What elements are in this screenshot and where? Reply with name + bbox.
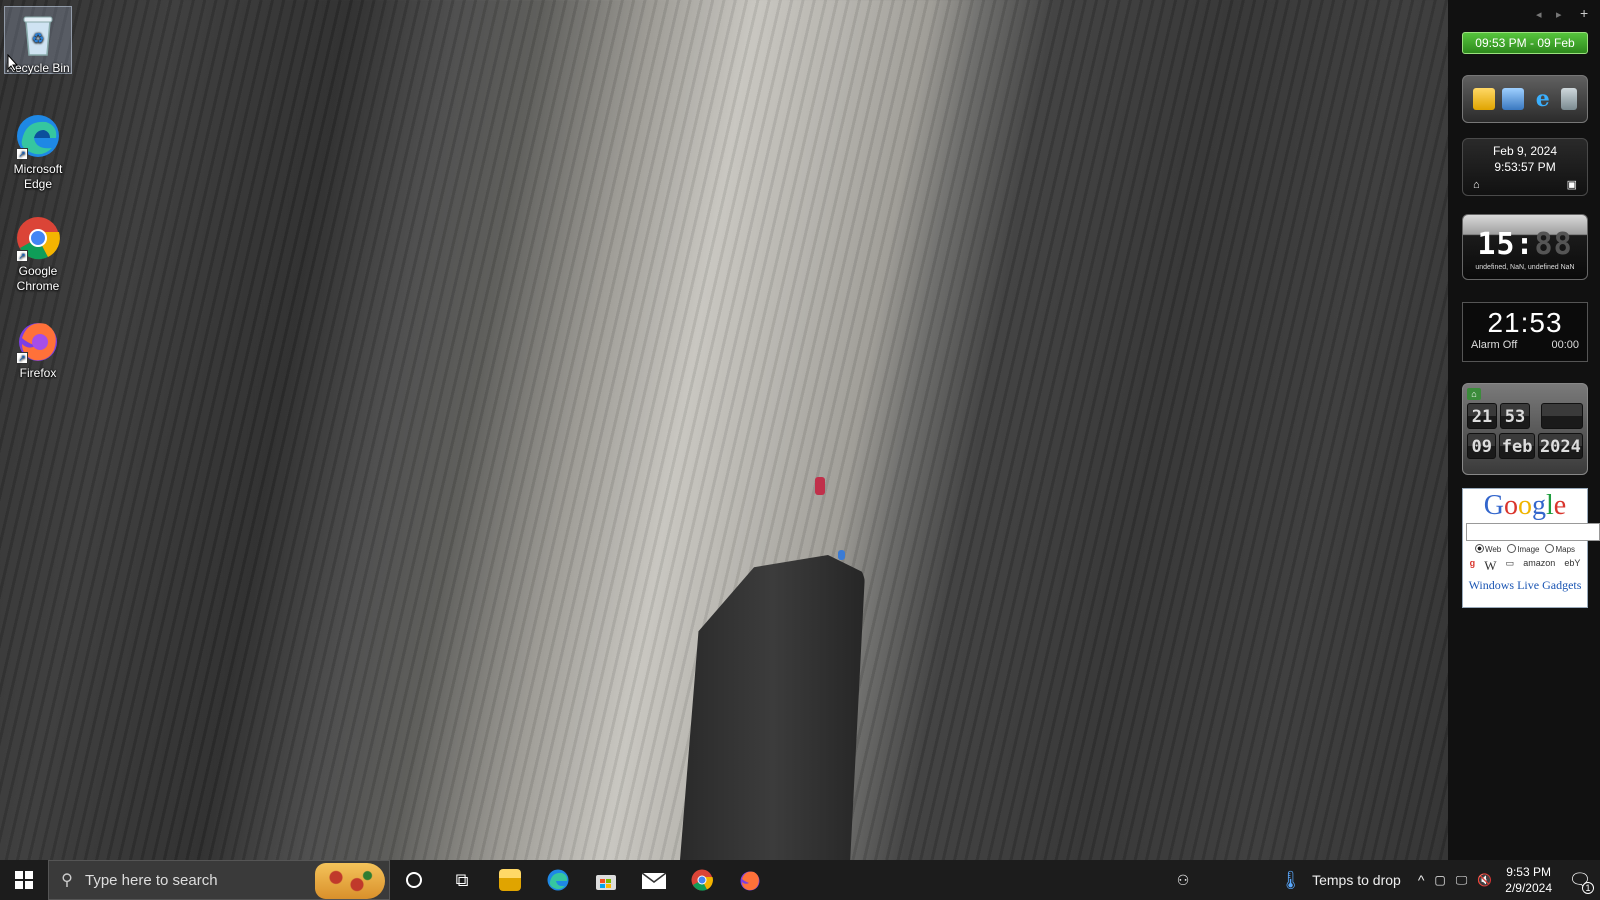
edge-icon: ↗ [14,112,62,160]
windows-logo-icon [15,871,33,889]
sidebar-add-gadget-button[interactable]: + [1580,5,1588,21]
wikipedia-link[interactable]: W [1484,558,1496,574]
desktop-icon-microsoft-edge[interactable]: ↗ Microsoft Edge [4,108,72,192]
youtube-link-icon[interactable]: ▭ [1506,558,1515,574]
search-placeholder: Type here to search [85,871,218,889]
people-icon[interactable]: ⚇ [1172,872,1195,889]
action-center-button[interactable]: 🗨 1 [1560,860,1600,900]
clock-separator: : [1515,227,1535,262]
desktop-icon-label: Google Chrome [16,264,60,293]
gadget-sidebar: ◂ ▸ + 09:53 PM - 09 Feb e Feb 9, 2024 9:… [1448,0,1600,860]
cortana-icon [406,872,422,888]
google-logo: Google [1483,490,1567,521]
start-button[interactable] [0,860,48,900]
climber-blue [838,550,845,560]
cortana-button[interactable] [390,860,438,900]
svg-text:♻: ♻ [32,30,45,46]
shortcut-arrow-icon: ↗ [16,352,28,364]
taskbar-clock[interactable]: 9:53 PM 2/9/2024 [1497,864,1560,896]
clock-subtext: undefined, NaN, undefined NaN [1475,264,1575,271]
search-highlight-pizza-icon[interactable] [315,863,385,899]
taskbar-edge[interactable] [534,860,582,900]
recycle-bin-icon: ♻ [14,11,62,59]
calendar-icon[interactable]: ▣ [1567,177,1577,193]
flip-month: feb [1499,433,1535,459]
task-view-icon: ⧉ [455,869,469,890]
firefox-icon: ↗ [14,316,62,364]
task-view-button[interactable]: ⧉ [438,860,486,900]
launcher-gadget: e [1462,75,1588,123]
clock-time: 9:53 PM [1506,865,1551,879]
radio-web[interactable]: Web [1474,544,1501,554]
computer-icon[interactable] [1502,88,1525,110]
flip-blank [1541,403,1583,429]
folder-icon[interactable] [1472,88,1495,110]
flip-minute: 53 [1500,403,1530,429]
datetime-gadget: Feb 9, 2024 9:53:57 PM ⌂ ▣ [1462,138,1588,196]
mail-icon [642,872,666,889]
flip-day: 09 [1467,433,1497,459]
time-banner-gadget[interactable]: 09:53 PM - 09 Feb [1462,32,1588,54]
radio-maps[interactable]: Maps [1545,544,1575,554]
windows-live-gadgets-link[interactable]: Windows Live Gadgets [1463,578,1587,593]
taskbar-chrome[interactable] [678,860,726,900]
desktop-icon-label: Firefox [19,366,57,380]
shortcut-arrow-icon: ↗ [16,250,28,262]
store-icon [596,875,616,890]
meet-now-icon[interactable]: ▢ [1429,873,1450,887]
sidebar-next-button[interactable]: ▸ [1556,8,1562,21]
taskbar-mail[interactable] [630,860,678,900]
climber-red [815,477,825,495]
edge-icon [547,869,569,891]
internet-explorer-icon[interactable]: e [1532,88,1554,110]
desktop-icon-google-chrome[interactable]: ↗ Google Chrome [4,210,72,294]
recycle-bin-icon[interactable] [1561,88,1578,110]
network-icon[interactable]: 🖵 [1451,873,1473,888]
alarm-clock-gadget[interactable]: 21:53 Alarm Off 00:00 [1462,302,1588,362]
weather-text[interactable]: Temps to drop [1307,872,1413,888]
search-icon: ⚲ [61,872,73,889]
system-tray: ⚇ 🌡 Temps to drop ^ ▢ 🖵 🔇 9:53 PM 2/9/20… [1172,860,1600,900]
date-text: Feb 9, 2024 [1492,144,1558,158]
radio-image[interactable]: Image [1507,544,1539,554]
home-icon[interactable]: ⌂ [1473,177,1480,193]
firefox-icon [740,871,760,891]
chrome-icon [691,869,713,891]
flip-hour: 21 [1467,403,1497,429]
sidebar-prev-button[interactable]: ◂ [1536,8,1542,21]
alarm-time: 00:00 [1551,339,1579,351]
folder-icon [499,869,521,891]
clock-date: 2/9/2024 [1505,881,1552,895]
notification-count: 1 [1582,882,1594,894]
mouse-cursor-icon [7,53,19,77]
flip-year: 2024 [1537,433,1583,459]
flip-home-icon[interactable]: ⌂ [1467,388,1481,400]
google-search-gadget: Google ⌕ Web Image Maps g W ▭ amazon ebY… [1462,488,1600,608]
shortcut-arrow-icon: ↗ [16,148,28,160]
chevron-up-icon[interactable]: ^ [1413,872,1430,888]
wallpaper-boulder [680,555,865,860]
clock-minutes: 88 [1534,227,1573,262]
thermometer-icon[interactable]: 🌡 [1274,870,1307,891]
desktop-icon-label: Microsoft Edge [13,162,63,191]
volume-muted-icon[interactable]: 🔇 [1472,873,1497,887]
alarm-status: Alarm Off [1471,339,1518,351]
google-link-icon[interactable]: g [1470,558,1476,574]
desktop-icon-firefox[interactable]: ↗ Firefox [4,312,72,381]
google-search-input[interactable] [1466,523,1600,541]
taskbar: ⚲ Type here to search ⧉ ⚇ 🌡 Temps to dro… [0,860,1600,900]
flip-clock-gadget: ⌂ 21 53 09 feb 2024 [1462,383,1588,475]
alarm-clock-time: 21:53 [1487,307,1563,338]
taskbar-file-explorer[interactable] [486,860,534,900]
amazon-link[interactable]: amazon [1523,558,1555,574]
taskbar-search-box[interactable]: ⚲ Type here to search [48,860,390,900]
clock-hours: 15 [1477,227,1516,262]
ebay-link[interactable]: ebY [1564,558,1580,574]
chrome-icon: ↗ [14,214,62,262]
time-text: 9:53:57 PM [1494,160,1556,174]
digital-clock-gadget: 15:88 undefined, NaN, undefined NaN [1462,214,1588,280]
taskbar-store[interactable] [582,860,630,900]
taskbar-firefox[interactable] [726,860,774,900]
